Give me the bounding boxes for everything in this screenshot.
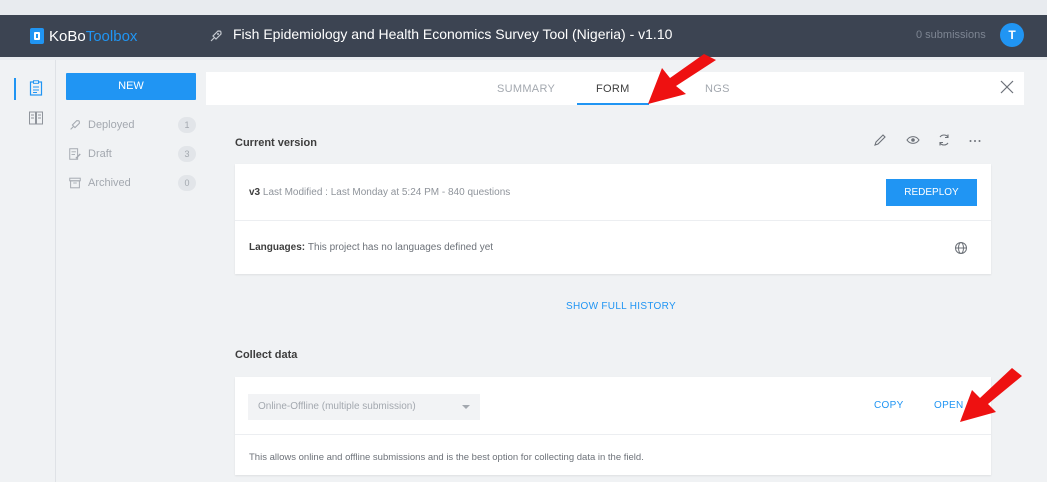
copy-link-button[interactable]: COPY [874, 400, 904, 411]
rail-active-indicator [14, 78, 16, 100]
submissions-count: 0 submissions [916, 29, 986, 41]
redeploy-button[interactable]: REDEPLOY [886, 179, 977, 206]
library-icon[interactable] [28, 110, 44, 126]
count-badge: 3 [178, 146, 196, 162]
more-options-icon[interactable] [968, 133, 982, 147]
languages-text: This project has no languages defined ye… [307, 242, 494, 253]
annotation-arrow-icon [960, 368, 1022, 422]
new-project-button[interactable]: NEW [66, 73, 196, 100]
logo-text-kobo: KoBo [49, 27, 86, 45]
annotation-arrow-icon [648, 54, 716, 104]
kobotoolbox-logo[interactable]: KoBo Toolbox [30, 23, 137, 49]
languages-label: Languages: [249, 242, 306, 253]
card-divider [235, 434, 991, 435]
count-badge: 0 [178, 175, 196, 191]
sidebar-item-label: Archived [88, 177, 131, 189]
last-modified-text: Last Modified : Last Monday at 5:24 PM -… [262, 187, 511, 198]
collect-data-title: Collect data [235, 349, 298, 361]
current-version-title: Current version [235, 137, 317, 149]
logo-mark-icon [30, 28, 44, 44]
count-badge: 1 [178, 117, 196, 133]
close-icon[interactable] [1000, 80, 1014, 94]
draft-icon [69, 148, 81, 160]
logo-text-toolbox: Toolbox [85, 27, 138, 45]
sidebar-item-deployed[interactable]: Deployed 1 [68, 116, 198, 134]
globe-icon[interactable] [954, 241, 968, 255]
rocket-icon [210, 30, 222, 42]
languages-info: Languages: This project has no languages… [249, 242, 493, 253]
sidebar-item-archived[interactable]: Archived 0 [68, 174, 198, 192]
version-info: v3 Last Modified : Last Monday at 5:24 P… [249, 187, 510, 198]
project-title: Fish Epidemiology and Health Economics S… [233, 26, 673, 42]
sidebar-item-draft[interactable]: Draft 3 [68, 145, 198, 163]
show-full-history-link[interactable]: SHOW FULL HISTORY [566, 301, 676, 312]
preview-eye-icon[interactable] [906, 133, 920, 147]
card-divider [235, 220, 991, 221]
archive-icon [69, 177, 81, 189]
edit-pencil-icon[interactable] [873, 133, 887, 147]
rocket-icon [70, 120, 80, 130]
collection-method-select[interactable]: Online-Offline (multiple submission) [248, 394, 480, 420]
forms-icon[interactable] [28, 80, 44, 96]
sidebar-item-label: Draft [88, 148, 112, 160]
tab-form[interactable]: FORM [596, 83, 630, 95]
tab-summary[interactable]: SUMMARY [497, 83, 555, 95]
version-number: v3 [249, 187, 261, 198]
sidebar-item-label: Deployed [88, 119, 135, 131]
top-navigation-bar: KoBo Toolbox Fish Epidemiology and Health… [0, 15, 1047, 57]
select-value: Online-Offline (multiple submission) [258, 401, 416, 412]
collection-method-description: This allows online and offline submissio… [249, 452, 644, 463]
refresh-icon[interactable] [937, 133, 951, 147]
current-version-card [235, 164, 991, 274]
caret-down-icon [462, 405, 470, 409]
user-avatar[interactable]: T [1000, 23, 1024, 47]
active-tab-indicator [577, 103, 649, 105]
